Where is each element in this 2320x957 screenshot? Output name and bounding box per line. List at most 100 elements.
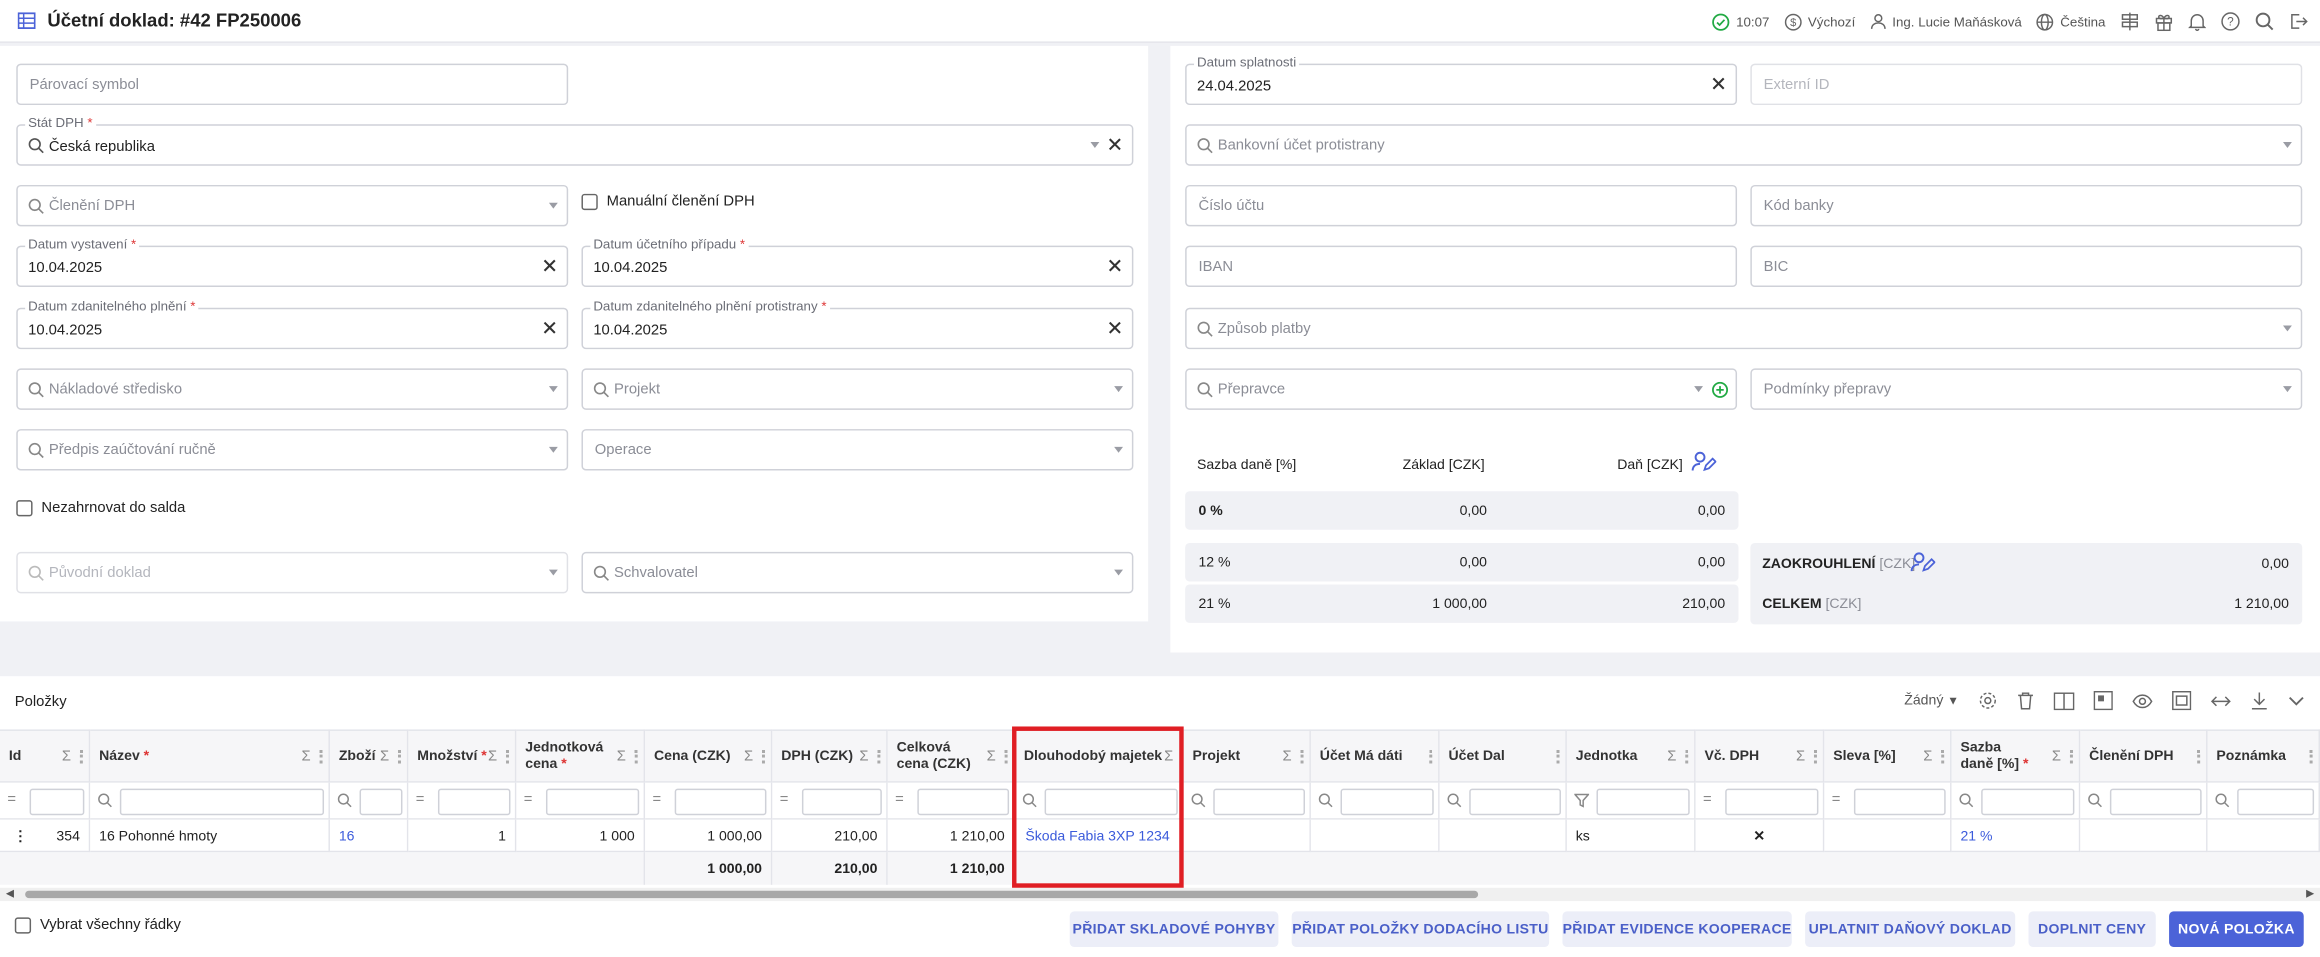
filter-input[interactable]	[437, 788, 511, 816]
columns-icon[interactable]	[2053, 691, 2075, 710]
col-header-celkova-cena[interactable]: Celková cena (CZK) Σ	[887, 729, 1016, 783]
cell-nazev[interactable]: 16 Pohonné hmoty	[90, 819, 330, 853]
chevron-down-icon[interactable]	[2287, 695, 2305, 707]
view-select[interactable]: Žádný ▼	[1904, 692, 1959, 708]
chevron-down-icon[interactable]	[2283, 142, 2292, 148]
language-menu[interactable]: Čeština	[2037, 13, 2105, 31]
datum-vystaveni-input[interactable]: Datum vystavení * 10.04.2025	[16, 236, 569, 288]
apply-tax-document-button[interactable]: UPLATNIT DAŇOVÝ DOKLAD	[1805, 911, 2016, 947]
operace-select[interactable]: Operace	[581, 429, 1134, 471]
add-circle-icon[interactable]	[1712, 381, 1729, 398]
cell-jednotka[interactable]: ks	[1566, 819, 1696, 853]
filter-input[interactable]	[359, 788, 403, 816]
table-row[interactable]: ⋮ 354	[0, 819, 91, 853]
prepravce-select[interactable]: Přepravce	[1185, 368, 1738, 410]
datum-ucetniho-pripadu-input[interactable]: Datum účetního případu * 10.04.2025	[581, 236, 1134, 288]
cell-mnozstvi[interactable]: 1	[408, 819, 517, 853]
user-menu[interactable]: Ing. Lucie Maňásková	[1870, 13, 2022, 29]
col-header-zbozi[interactable]: Zboží Σ	[329, 729, 409, 783]
cell-jednotkova-cena[interactable]: 1 000	[516, 819, 646, 853]
clear-icon[interactable]	[1710, 75, 1726, 91]
checkbox-box[interactable]	[581, 193, 598, 211]
panel-icon[interactable]	[2172, 690, 2192, 711]
col-header-id[interactable]: Id Σ	[0, 729, 91, 783]
filter-input[interactable]	[1213, 788, 1306, 816]
user-edit-icon[interactable]	[1691, 451, 1717, 472]
clear-icon[interactable]	[542, 320, 558, 336]
cell-poznamka[interactable]	[2207, 819, 2320, 853]
col-header-mnozstvi[interactable]: Množství * Σ	[408, 729, 517, 783]
filter-input[interactable]	[1469, 788, 1561, 816]
clear-icon[interactable]	[542, 257, 558, 273]
row-menu-icon[interactable]: ⋮	[13, 829, 27, 845]
datum-zdanitelneho-protistrany-input[interactable]: Datum zdanitelného plnění protistrany * …	[581, 298, 1134, 350]
col-header-cleneni-dph[interactable]: Členění DPH	[2080, 729, 2208, 783]
cell-ucet-dal[interactable]	[1439, 819, 1567, 853]
chevron-down-icon[interactable]	[1114, 446, 1124, 453]
datum-splatnosti-input[interactable]: Datum splatnosti 24.04.2025	[1185, 54, 1738, 106]
cell-vc-dph[interactable]: ✕	[1695, 819, 1825, 853]
currency-mode[interactable]: $ Výchozí	[1784, 13, 1855, 31]
filter-input[interactable]	[1725, 788, 1819, 816]
fill-prices-button[interactable]: DOPLNIT CENY	[2028, 911, 2156, 947]
filter-input[interactable]	[1340, 788, 1434, 816]
logout-icon[interactable]	[2289, 12, 2308, 31]
cell-zbozi[interactable]: 16	[329, 819, 409, 853]
image-grid-icon[interactable]	[2093, 690, 2113, 711]
bankovni-ucet-select[interactable]: Bankovní účet protistrany	[1185, 124, 2303, 166]
table-icon[interactable]	[17, 12, 36, 30]
col-header-projekt[interactable]: Projekt Σ	[1183, 729, 1311, 783]
trash-icon[interactable]	[2017, 691, 2035, 710]
kod-banky-input[interactable]: Kód banky	[1750, 184, 2303, 227]
help-icon[interactable]: ?	[2221, 12, 2240, 31]
filter-input[interactable]	[2109, 788, 2202, 816]
col-header-nazev[interactable]: Název * Σ	[90, 729, 330, 783]
cislo-uctu-input[interactable]: Číslo účtu	[1185, 184, 1738, 227]
col-header-sleva[interactable]: Sleva [%] Σ	[1824, 729, 1952, 783]
add-stock-movements-button[interactable]: PŘIDAT SKLADOVÉ POHYBY	[1069, 911, 1279, 947]
cleneni-dph-select[interactable]: Členění DPH	[16, 184, 569, 227]
externi-id-input[interactable]: Externí ID	[1750, 63, 2303, 106]
user-edit-icon[interactable]	[1910, 552, 1936, 573]
cell-sleva[interactable]	[1824, 819, 1952, 853]
col-header-cena[interactable]: Cena (CZK) Σ	[645, 729, 773, 783]
datum-zdanitelneho-plneni-input[interactable]: Datum zdanitelného plnění * 10.04.2025	[16, 298, 569, 350]
iban-input[interactable]: IBAN	[1185, 245, 1738, 288]
filter-input[interactable]	[29, 788, 85, 816]
chevron-down-icon[interactable]	[548, 386, 558, 393]
parovaci-symbol-input[interactable]: Párovací symbol	[16, 63, 569, 106]
checkbox-box[interactable]	[16, 500, 33, 517]
gift-icon[interactable]	[2154, 12, 2173, 32]
col-header-dph[interactable]: DPH (CZK) Σ	[772, 729, 888, 783]
cell-celkova-cena[interactable]: 1 210,00	[887, 819, 1016, 853]
col-header-poznamka[interactable]: Poznámka	[2207, 729, 2320, 783]
cell-cleneni-dph[interactable]	[2080, 819, 2208, 853]
stat-dph-select[interactable]: Stát DPH * Česká republika	[16, 115, 1134, 166]
filter-input[interactable]	[1853, 788, 1946, 816]
cell-dlouhodoby-majetek[interactable]: Škoda Fabia 3XP 1234	[1015, 819, 1184, 853]
new-item-button[interactable]: NOVÁ POLOŽKA	[2169, 911, 2304, 947]
nezahrnovat-do-salda-checkbox[interactable]: Nezahrnovat do salda	[16, 500, 185, 517]
search-icon[interactable]	[2255, 12, 2274, 31]
filter-input[interactable]	[917, 788, 1010, 816]
expand-width-icon[interactable]	[2210, 693, 2232, 708]
chevron-down-icon[interactable]	[1090, 142, 1100, 148]
scrollbar-thumb[interactable]	[25, 890, 1479, 899]
bic-input[interactable]: BIC	[1750, 245, 2303, 288]
filter-input[interactable]	[2237, 788, 2315, 816]
manualni-cleneni-checkbox[interactable]: Manuální členění DPH	[581, 193, 755, 211]
podminky-prepravy-select[interactable]: Podmínky přepravy	[1750, 368, 2303, 410]
filter-input[interactable]	[1981, 788, 2075, 816]
col-header-ucet-dal[interactable]: Účet Dal	[1439, 729, 1567, 783]
horizontal-scrollbar[interactable]: ◀ ▶	[0, 887, 2320, 902]
chevron-down-icon[interactable]	[2283, 386, 2292, 393]
chevron-down-icon[interactable]	[2283, 325, 2292, 332]
filter-input[interactable]	[1044, 788, 1178, 816]
scroll-right-icon[interactable]: ▶	[2306, 888, 2314, 899]
filter-input[interactable]	[674, 788, 767, 816]
checkbox-box[interactable]	[14, 917, 32, 934]
select-all-checkbox[interactable]: Vybrat všechny řádky	[14, 917, 181, 934]
signpost-icon[interactable]	[2120, 12, 2139, 31]
projekt-select[interactable]: Projekt	[581, 368, 1134, 410]
gear-icon[interactable]	[1978, 691, 1997, 710]
